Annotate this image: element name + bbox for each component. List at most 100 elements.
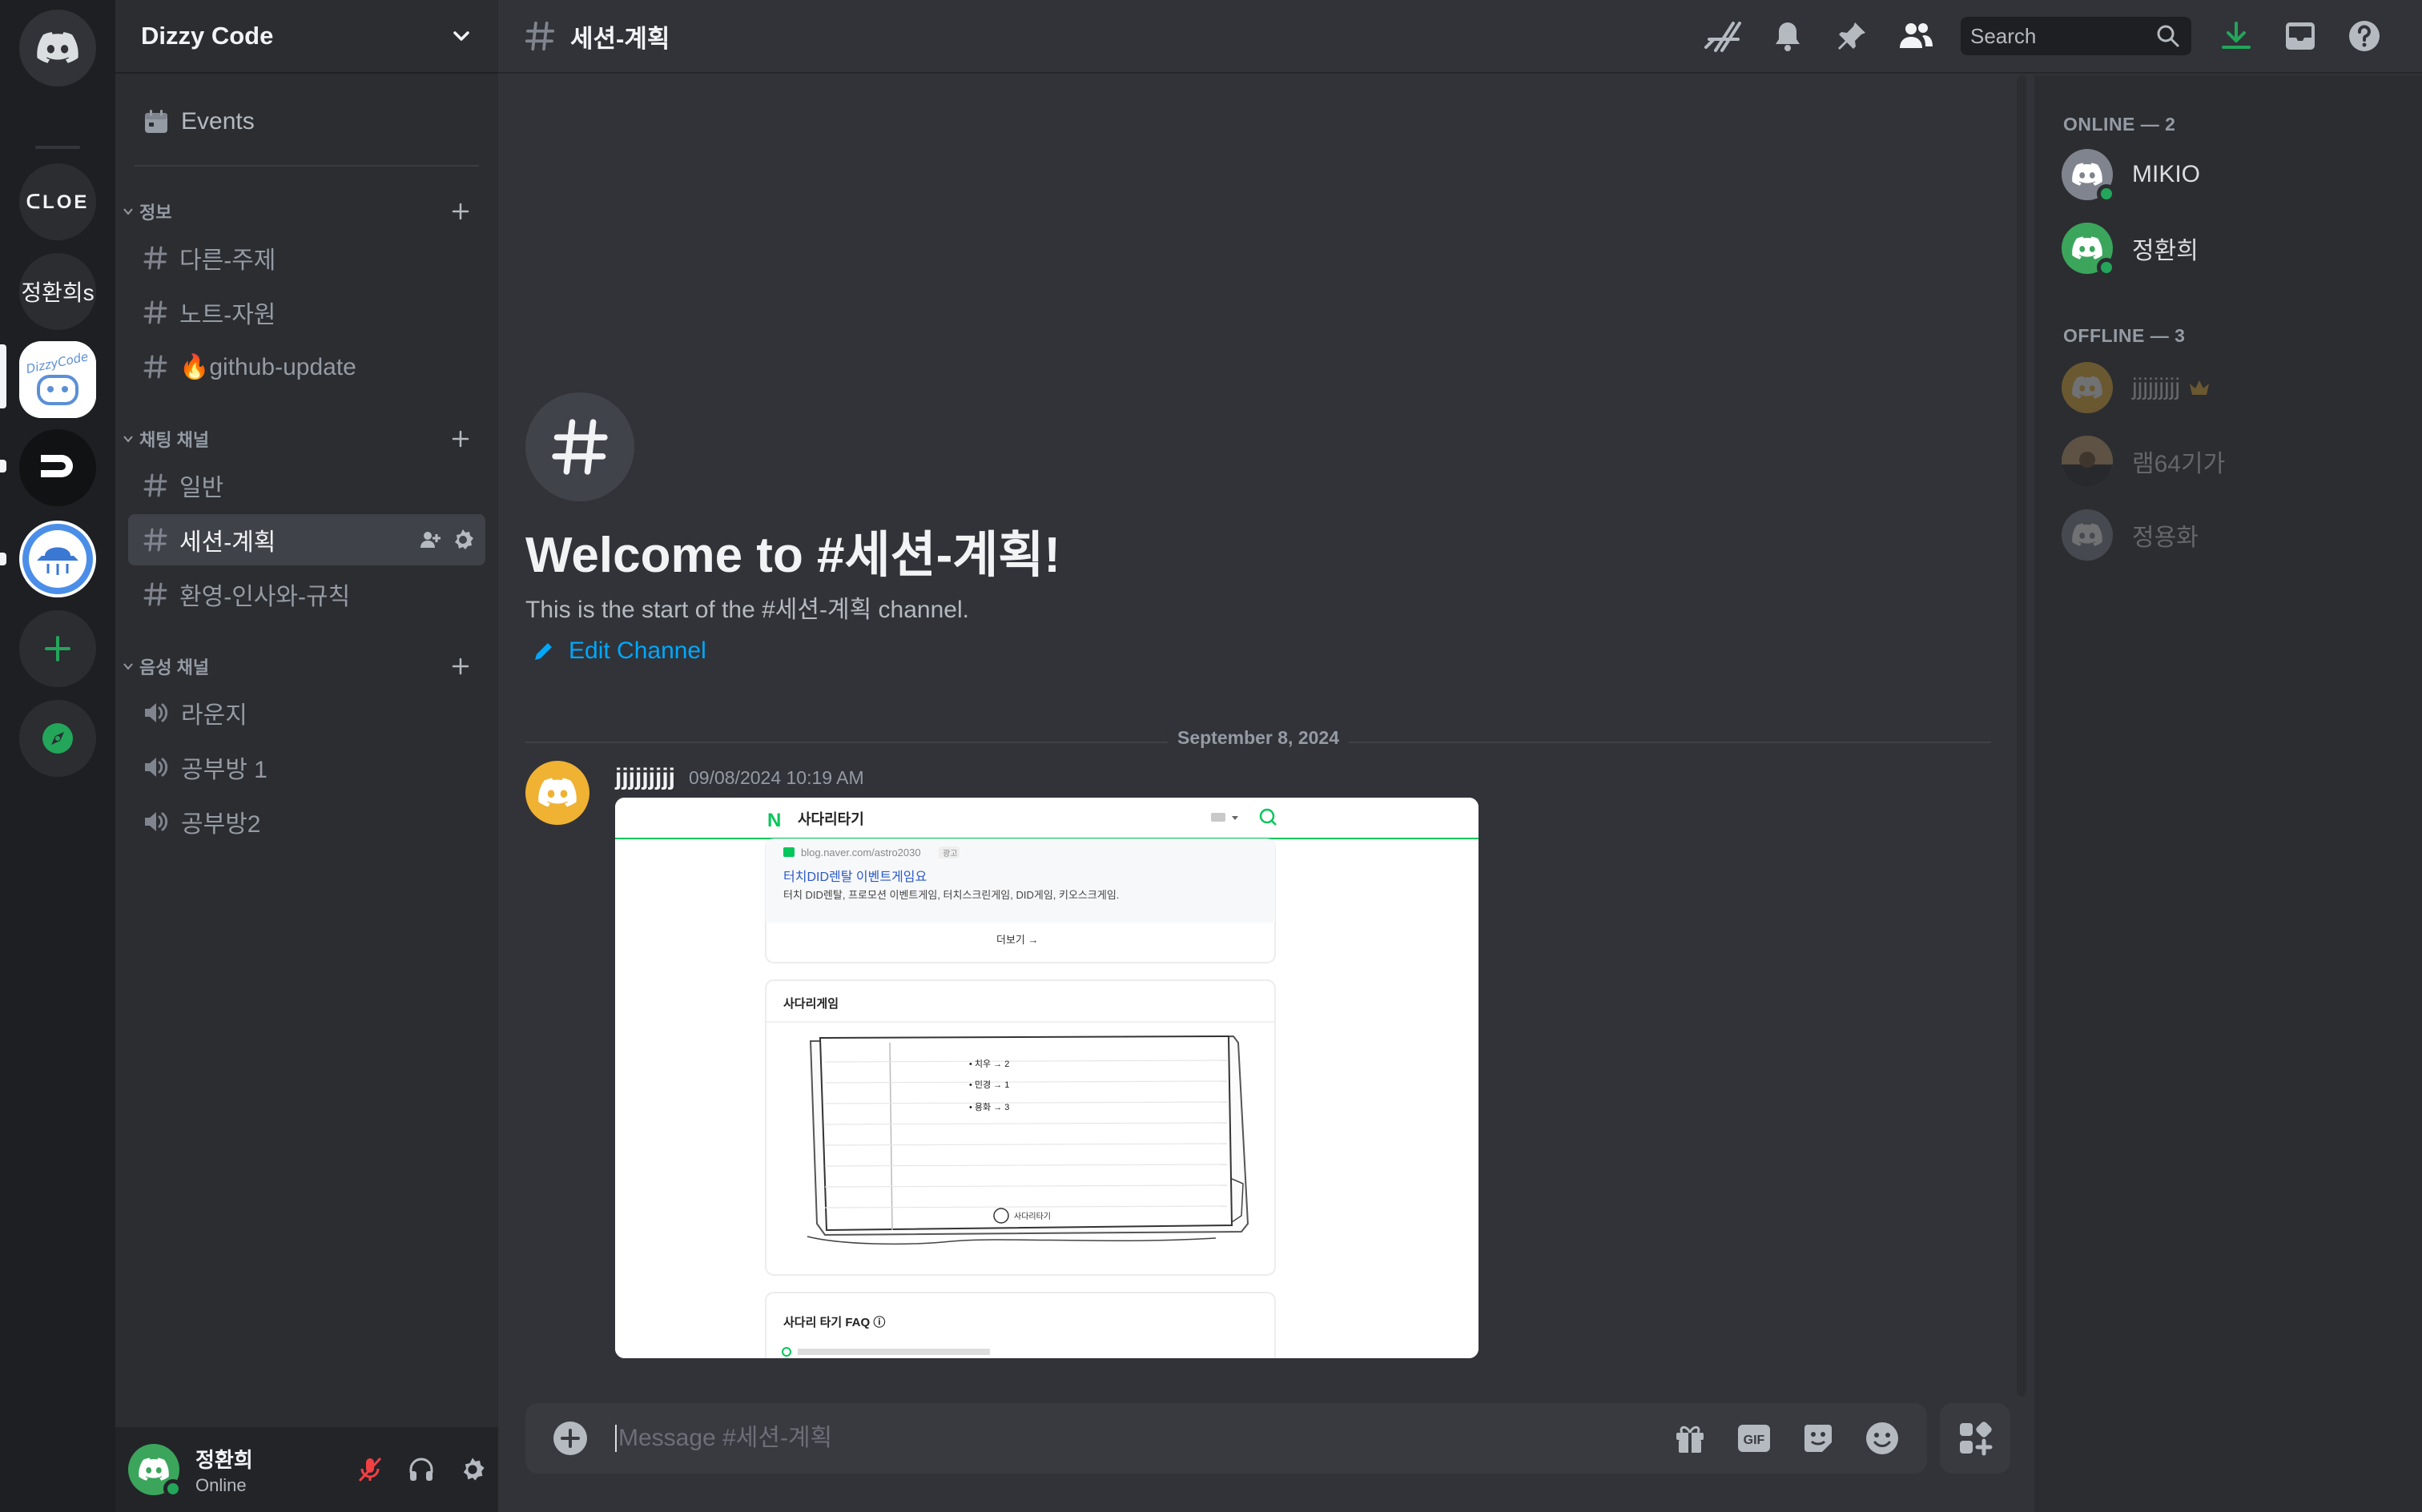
category-label: 정보 (139, 203, 172, 223)
svg-text:터치DID렌탈 이벤트게임요: 터치DID렌탈 이벤트게임요 (783, 870, 927, 884)
svg-text:광고: 광고 (943, 849, 957, 859)
server-hat[interactable] (19, 521, 96, 597)
category-text[interactable]: 채팅 채널 (122, 423, 492, 455)
hash-icon (143, 472, 168, 498)
gift-button[interactable] (1658, 1406, 1722, 1470)
discover-button[interactable] (19, 700, 96, 777)
sticker-button[interactable] (1786, 1406, 1850, 1470)
discord-logo-icon (538, 778, 577, 807)
hash-icon (143, 354, 168, 380)
server-jeonghwanhui[interactable]: 정환희s (19, 253, 96, 330)
add-server-button[interactable] (19, 610, 96, 687)
notification-settings-button[interactable] (1756, 4, 1820, 68)
channel-label: 공부방 1 (181, 757, 268, 783)
calendar-icon (145, 110, 167, 133)
discord-logo-icon (2072, 163, 2102, 186)
mute-button[interactable] (344, 1444, 396, 1495)
channel-label: 노트-자원 (179, 302, 276, 328)
server-d[interactable] (19, 429, 96, 506)
rail-separator (35, 146, 80, 149)
avatar[interactable] (525, 761, 589, 825)
channel-다른-주제[interactable]: 다른-주제 (128, 232, 485, 284)
unread-indicator-2 (0, 553, 6, 565)
voice-channel-공부방2[interactable]: 공부방2 (128, 796, 485, 847)
member-jeongyonghwa[interactable]: 정용화 (2062, 503, 2406, 567)
channel-label: 공부방2 (181, 811, 261, 838)
category-info[interactable]: 정보 (122, 195, 492, 227)
member-list-button[interactable] (1884, 4, 1948, 68)
guild-header[interactable]: Dizzy Code (115, 0, 498, 74)
member-ram64giga[interactable]: 램64기가 (2062, 429, 2406, 493)
sticker-icon (1804, 1425, 1832, 1452)
create-channel-icon[interactable] (450, 201, 471, 222)
inbox-button[interactable] (2268, 4, 2332, 68)
threads-button[interactable] (1692, 4, 1756, 68)
member-name: 램64기가 (2132, 451, 2226, 477)
help-icon (2349, 21, 2380, 51)
guild-name: Dizzy Code (141, 22, 274, 50)
channel-label: 다른-주제 (179, 247, 276, 274)
chat-scrollbar[interactable] (2017, 75, 2026, 1397)
avatar[interactable] (128, 1444, 183, 1498)
apps-button[interactable] (1940, 1403, 2010, 1474)
gear-icon[interactable] (450, 527, 476, 553)
member-jjjjjjjjj[interactable]: jjjjjjjjj (2062, 356, 2406, 420)
svg-text:GIF: GIF (1744, 1434, 1765, 1447)
member-jeonghwanhui[interactable]: 정환희 (2062, 216, 2406, 280)
avatar (2062, 436, 2113, 487)
bell-icon (1776, 22, 1800, 51)
search-input[interactable]: Search (1961, 17, 2191, 55)
welcome-subtitle: This is the start of the #세션-계획 channel. (525, 597, 969, 623)
channel-label: 라운지 (181, 702, 247, 729)
gif-icon: GIF (1738, 1425, 1770, 1452)
chat-area: Welcome to #세션-계획! This is the start of … (498, 75, 2030, 1512)
inbox-icon (2286, 22, 2315, 50)
events-divider (135, 165, 479, 167)
server-jeonghwanhui-label: 정환희s (21, 280, 95, 305)
avatar (2062, 149, 2116, 203)
server-ploe[interactable]: ᑕLOE (19, 163, 96, 240)
home-button[interactable] (19, 10, 96, 86)
category-voice[interactable]: 음성 채널 (122, 650, 492, 682)
pinned-messages-button[interactable] (1820, 4, 1884, 68)
discord-logo-icon (37, 32, 78, 64)
speaker-icon (143, 754, 170, 780)
user-settings-button[interactable] (447, 1444, 498, 1495)
download-button[interactable] (2204, 4, 2268, 68)
message-input[interactable] (615, 1425, 1658, 1452)
user-info[interactable]: 정환희 Online (195, 1444, 344, 1496)
voice-channel-공부방-1[interactable]: 공부방 1 (128, 742, 485, 793)
channel-노트-자원[interactable]: 노트-자원 (128, 287, 485, 338)
discord-logo-icon (2072, 523, 2102, 546)
create-invite-icon[interactable] (418, 528, 442, 552)
discord-logo-icon (139, 1458, 169, 1481)
channel-title: 세션-계획 (570, 24, 670, 53)
pencil-icon (535, 643, 552, 660)
unread-indicator (0, 460, 6, 472)
server-dizzy-code[interactable]: DizzyCode (19, 341, 96, 418)
create-channel-icon[interactable] (450, 656, 471, 677)
deafen-button[interactable] (396, 1444, 447, 1495)
help-button[interactable] (2332, 4, 2396, 68)
create-channel-icon[interactable] (450, 428, 471, 449)
channel-github-update[interactable]: 🔥github-update (128, 341, 485, 392)
member-mikio[interactable]: MIKIO (2062, 143, 2406, 207)
gif-button[interactable]: GIF (1722, 1406, 1786, 1470)
svg-text:• 치우 → 2: • 치우 → 2 (969, 1059, 1009, 1069)
svg-text:blog.naver.com/astro2030: blog.naver.com/astro2030 (801, 846, 921, 859)
edit-channel-link[interactable]: Edit Channel (532, 637, 706, 665)
emoji-button[interactable] (1850, 1406, 1914, 1470)
plus-circle-icon (553, 1422, 587, 1455)
channel-label: 일반 (179, 475, 224, 501)
voice-channel-라운지[interactable]: 라운지 (128, 687, 485, 738)
member-name: jjjjjjjjj (2132, 374, 2180, 400)
image-attachment[interactable]: N 사다리타기 blog.naver.com/astro2030 광고 터치DI… (615, 798, 1479, 1358)
upload-button[interactable] (548, 1406, 593, 1470)
channel-일반[interactable]: 일반 (128, 460, 485, 511)
events-item[interactable]: Events (128, 96, 485, 147)
channel-세션-계획[interactable]: 세션-계획 (128, 514, 485, 565)
message-author[interactable]: jjjjjjjjj (615, 764, 675, 791)
hash-icon (143, 527, 168, 553)
channel-환영-인사와-규칙[interactable]: 환영-인사와-규칙 (128, 569, 485, 620)
date-divider-label: September 8, 2024 (1167, 727, 1350, 749)
